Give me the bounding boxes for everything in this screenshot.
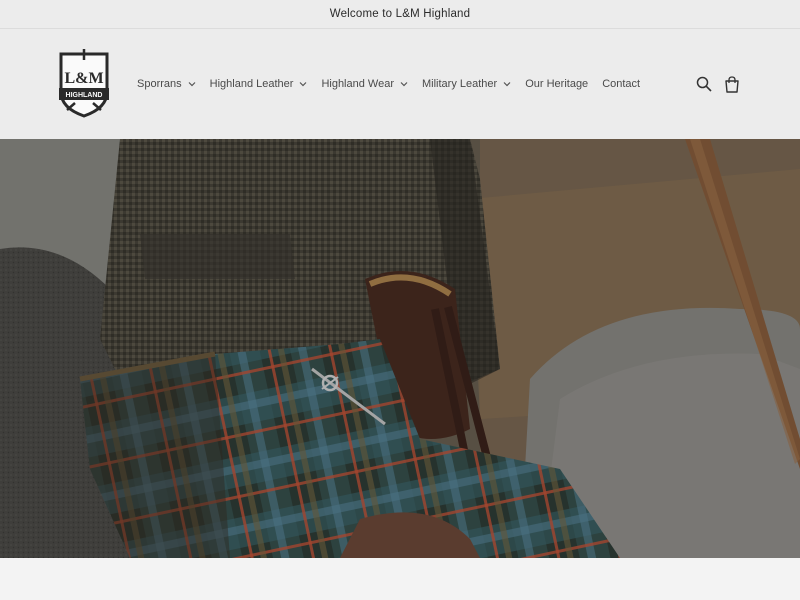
nav-item-sporrans[interactable]: Sporrans [137, 78, 196, 90]
nav-item-contact[interactable]: Contact [602, 78, 640, 90]
nav-item-highland-wear[interactable]: Highland Wear [321, 78, 408, 90]
chevron-down-icon [503, 82, 511, 87]
hero-banner[interactable] [0, 139, 800, 558]
chevron-down-icon [188, 82, 196, 87]
header-icons [686, 73, 742, 95]
nav-item-label: Military Leather [422, 78, 498, 90]
nav-item-label: Highland Leather [209, 78, 294, 90]
nav-item-label: Sporrans [137, 78, 182, 90]
nav-item-label: Our Heritage [525, 78, 589, 90]
search-button[interactable] [694, 74, 714, 94]
nav-item-highland-leather[interactable]: Highland Leather [210, 78, 308, 90]
chevron-down-icon [300, 82, 307, 87]
logo-line2: HIGHLAND [66, 92, 103, 99]
logo[interactable]: L&M HIGHLAND [55, 48, 113, 118]
main-nav: Sporrans Highland Leather Highland Wear Mil… [137, 73, 654, 95]
announcement-bar: Welcome to L&M Highland [0, 0, 800, 29]
search-icon [696, 76, 712, 92]
cart-button[interactable] [722, 74, 742, 94]
nav-item-label: Contact [602, 78, 641, 90]
logo-line1: L&M [64, 70, 103, 87]
nav-item-our-heritage[interactable]: Our Heritage [525, 78, 588, 90]
site-header: L&M HIGHLAND Sporrans Highland Leather Hig… [0, 29, 800, 139]
nav-item-military-leather[interactable]: Military Leather [422, 78, 511, 90]
shield-logo-icon: L&M HIGHLAND [59, 49, 109, 118]
nav-item-label: Highland Wear [321, 78, 394, 90]
page-content-start [0, 558, 800, 600]
chevron-down-icon [400, 82, 408, 87]
hero-image [0, 139, 800, 558]
announcement-text: Welcome to L&M Highland [329, 8, 471, 20]
cart-icon [725, 75, 739, 93]
